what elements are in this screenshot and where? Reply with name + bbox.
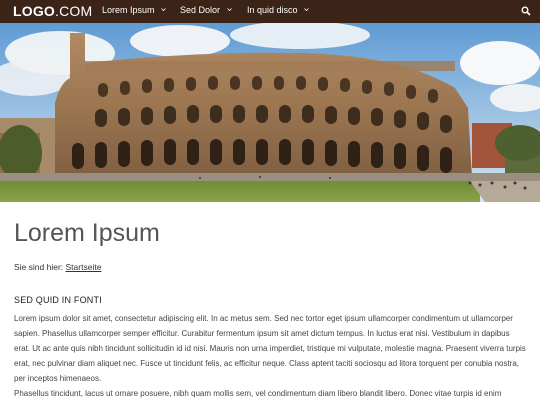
section-heading: SED QUID IN FONTI (14, 295, 102, 305)
chevron-down-icon (304, 8, 309, 12)
paragraph-1: Lorem ipsum dolor sit amet, consectetur … (14, 314, 526, 383)
search-icon[interactable] (521, 6, 531, 16)
breadcrumb-prefix: Sie sind hier: (14, 262, 64, 272)
chevron-down-icon (226, 8, 232, 12)
chevron-down-icon (161, 8, 166, 12)
nav-item-label: Lorem Ipsum (102, 5, 155, 15)
top-navbar: LOGO.COM Lorem Ipsum Sed Dolor In quid d… (0, 0, 540, 23)
nav-item-lorem-ipsum[interactable]: Lorem Ipsum (102, 5, 166, 15)
site-logo[interactable]: LOGO.COM (13, 3, 92, 19)
colosseum-photo (0, 23, 540, 202)
nav-item-sed-dolor[interactable]: Sed Dolor (180, 5, 232, 15)
nav-item-label: In quid disco (247, 5, 298, 15)
hero-image (0, 23, 540, 202)
page-title: Lorem Ipsum (14, 219, 160, 247)
paragraph-2: Phasellus tincidunt, lacus ut ornare pos… (14, 389, 502, 398)
nav-item-in-quid-disco[interactable]: In quid disco (247, 5, 309, 15)
logo-light-text: .COM (55, 3, 93, 19)
breadcrumb-link-startseite[interactable]: Startseite (66, 262, 102, 272)
logo-bold-text: LOGO (13, 3, 56, 19)
breadcrumb: Sie sind hier: Startseite (14, 262, 101, 272)
nav-item-label: Sed Dolor (180, 5, 221, 15)
